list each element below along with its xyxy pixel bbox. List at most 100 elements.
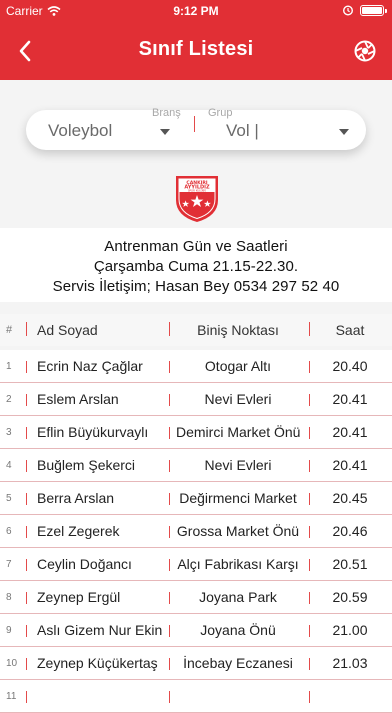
row-number: 7 [6, 559, 12, 570]
cell-separator [26, 460, 27, 472]
cell-separator [309, 493, 310, 505]
boarding-point: Demirci Market Önü [176, 424, 300, 440]
pickup-time: 20.41 [332, 424, 368, 440]
header-separator [309, 322, 310, 336]
grup-select[interactable]: Vol | [226, 121, 259, 141]
table-row[interactable]: 4 Buğlem Şekerci Nevi Evleri 20.41 [0, 449, 392, 482]
cell-separator [26, 361, 27, 373]
cell-separator [26, 493, 27, 505]
student-name: Aslı Gizem Nur Ekin [37, 622, 163, 638]
boarding-point: Joyana Park [199, 589, 277, 605]
status-bar: Carrier 9:12 PM [0, 0, 392, 22]
row-number: 5 [6, 493, 12, 504]
table-row[interactable]: 6 Ezel Zegerek Grossa Market Önü 20.46 [0, 515, 392, 548]
status-time: 9:12 PM [173, 4, 219, 18]
battery-icon [360, 4, 387, 16]
info-line-2: Çarşamba Cuma 21.15-22.30. [93, 258, 299, 275]
cell-separator [169, 361, 170, 373]
table-row[interactable]: 2 Eslem Arslan Nevi Evleri 20.41 [0, 383, 392, 416]
student-name: Ceylin Doğancı [37, 556, 132, 572]
pickup-time: 20.46 [332, 523, 368, 539]
cell-separator [309, 361, 310, 373]
pickup-time: 21.00 [332, 622, 368, 638]
row-number: 2 [6, 394, 12, 405]
header-time: Saat [335, 322, 365, 338]
club-logo: ÇANKIRI AYYILDIZ SPOR KULÜBÜ [176, 176, 218, 222]
cell-separator [309, 658, 310, 670]
row-number: 3 [6, 427, 12, 438]
row-number: 9 [6, 625, 12, 636]
boarding-point: Alçı Fabrikası Karşı [177, 556, 299, 572]
cell-separator [309, 691, 310, 703]
boarding-point: Değirmenci Market [179, 490, 297, 506]
grup-caret-icon[interactable] [339, 129, 349, 135]
boarding-point: Nevi Evleri [204, 457, 272, 473]
brans-select[interactable]: Voleybol [48, 121, 112, 141]
table-row[interactable]: 1 Ecrin Naz Çağlar Otogar Altı 20.40 [0, 350, 392, 383]
table-row[interactable]: 7 Ceylin Doğancı Alçı Fabrikası Karşı 20… [0, 548, 392, 581]
cell-separator [26, 394, 27, 406]
alarm-icon [342, 5, 354, 16]
nav-bar: Sınıf Listesi [0, 28, 392, 74]
cell-separator [309, 460, 310, 472]
pickup-time: 20.45 [332, 490, 368, 506]
pickup-time: 20.59 [332, 589, 368, 605]
boarding-point: Otogar Altı [204, 358, 272, 374]
cell-separator [309, 526, 310, 538]
pickup-time: 20.51 [332, 556, 368, 572]
info-line-1: Antrenman Gün ve Saatleri [104, 238, 288, 255]
cell-separator [309, 559, 310, 571]
cell-separator [169, 658, 170, 670]
table-row[interactable]: 10 Zeynep Küçükertaş İncebay Eczanesi 21… [0, 647, 392, 680]
header-name: Ad Soyad [37, 322, 98, 338]
status-right [342, 4, 387, 16]
header-no: # [6, 324, 13, 336]
cell-separator [169, 394, 170, 406]
aperture-icon [354, 40, 376, 62]
student-name: Berra Arslan [37, 490, 115, 506]
table-header: # Ad Soyad Biniş Noktası Saat [0, 314, 392, 346]
cell-separator [169, 592, 170, 604]
cell-separator [26, 559, 27, 571]
row-number: 6 [6, 526, 12, 537]
cell-separator [169, 691, 170, 703]
cell-separator [26, 691, 27, 703]
boarding-point: İncebay Eczanesi [183, 655, 293, 671]
boarding-point: Joyana Önü [200, 622, 276, 638]
cell-separator [26, 625, 27, 637]
pickup-time: 20.41 [332, 391, 368, 407]
cell-separator [169, 493, 170, 505]
header-separator [26, 322, 27, 336]
boarding-point: Nevi Evleri [204, 391, 272, 407]
app-header: Carrier 9:12 PM Sınıf Listesi [0, 0, 392, 80]
cell-separator [169, 526, 170, 538]
brans-caret-icon[interactable] [160, 129, 170, 135]
boarding-point: Grossa Market Önü [176, 523, 300, 539]
header-separator [169, 322, 170, 336]
cell-separator [26, 658, 27, 670]
cell-separator [26, 526, 27, 538]
table-row[interactable]: 11 [0, 680, 392, 713]
student-name: Buğlem Şekerci [37, 457, 136, 473]
cell-separator [26, 427, 27, 439]
table-row[interactable]: 3 Eflin Büyükurvaylı Demirci Market Önü … [0, 416, 392, 449]
header-stop: Biniş Noktası [197, 322, 279, 338]
page-title: Sınıf Listesi [138, 38, 254, 60]
cell-separator [26, 592, 27, 604]
row-number: 4 [6, 460, 12, 471]
cell-separator [309, 592, 310, 604]
cell-separator [169, 460, 170, 472]
student-list: 1 Ecrin Naz Çağlar Otogar Altı 20.40 2 E… [0, 350, 392, 713]
filter-bar: Branş Voleybol Grup Vol | [26, 107, 366, 150]
table-row[interactable]: 5 Berra Arslan Değirmenci Market 20.45 [0, 482, 392, 515]
pickup-time: 21.03 [332, 655, 368, 671]
student-name: Eflin Büyükurvaylı [37, 424, 149, 440]
student-name: Zeynep Küçükertaş [37, 655, 158, 671]
student-name: Eslem Arslan [37, 391, 119, 407]
table-row[interactable]: 8 Zeynep Ergül Joyana Park 20.59 [0, 581, 392, 614]
cell-separator [169, 427, 170, 439]
camera-button[interactable] [350, 36, 380, 66]
cell-separator [169, 559, 170, 571]
cell-separator [309, 427, 310, 439]
table-row[interactable]: 9 Aslı Gizem Nur Ekin Joyana Önü 21.00 [0, 614, 392, 647]
